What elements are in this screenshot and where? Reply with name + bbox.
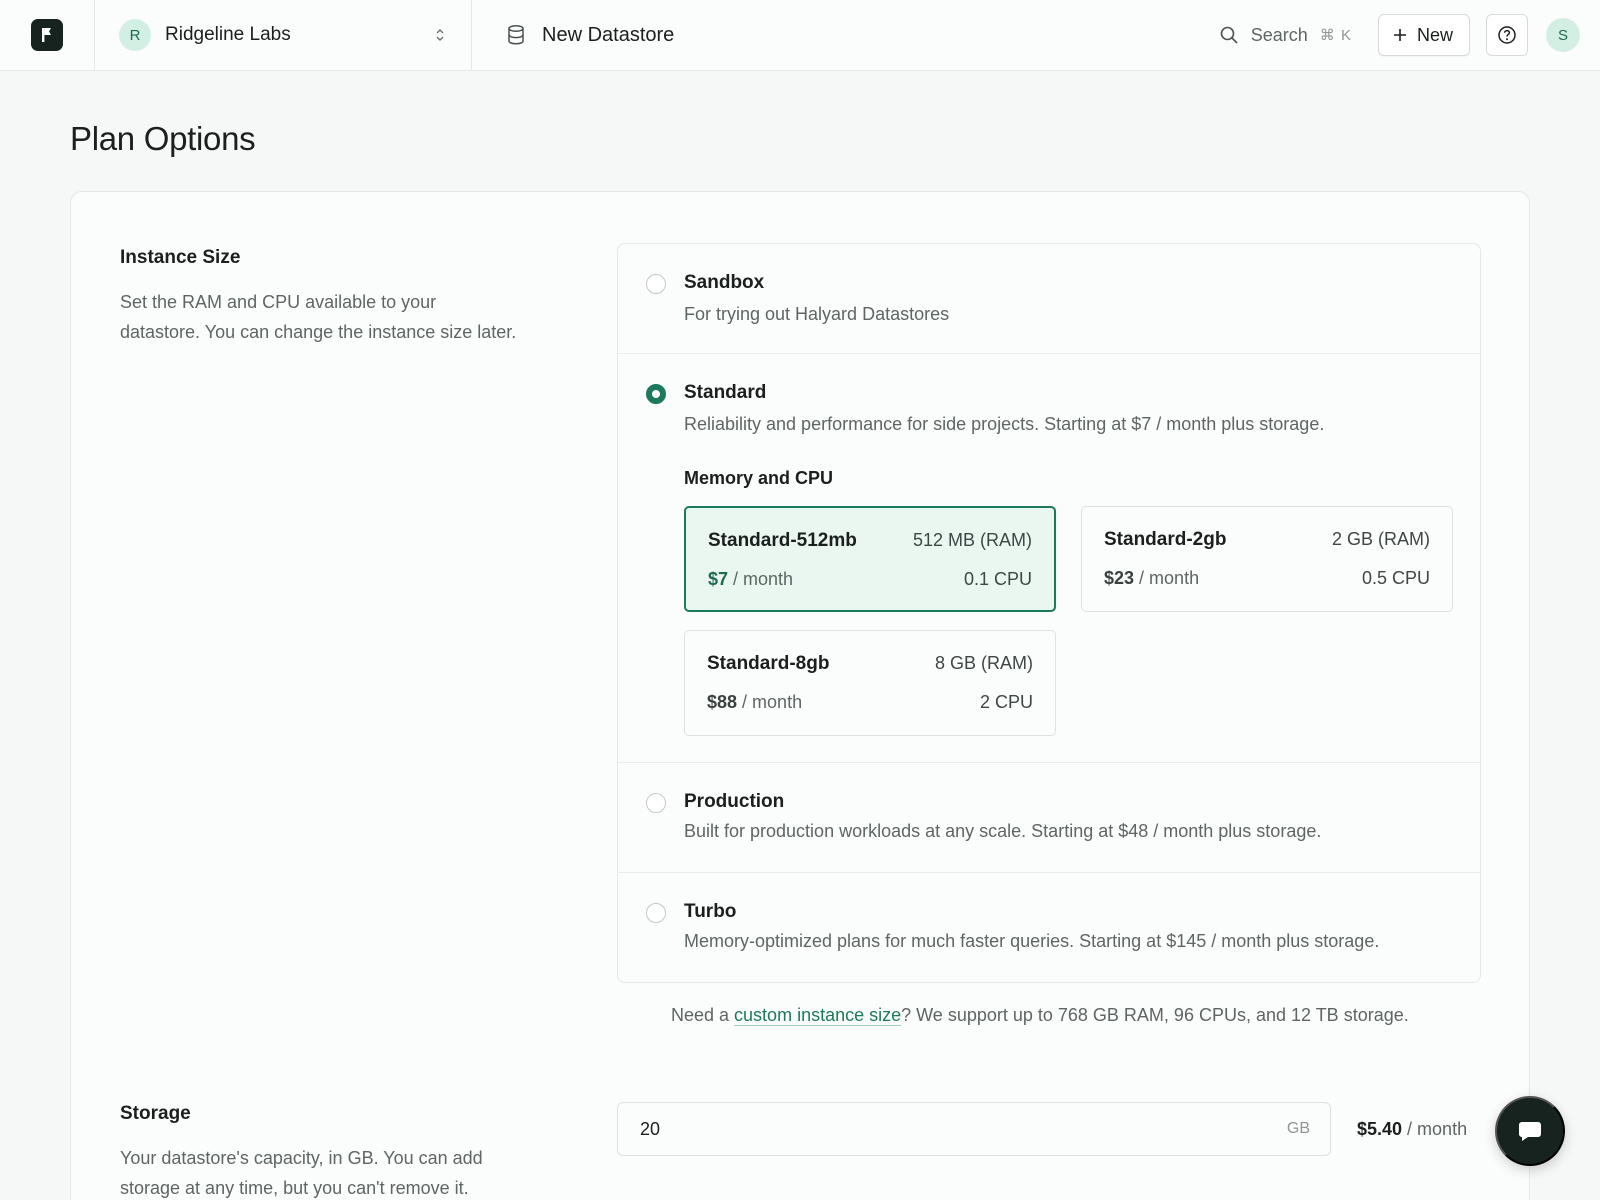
tier-price: $7 / month xyxy=(708,569,793,590)
custom-note-after: ? We support up to 768 GB RAM, 96 CPUs, … xyxy=(901,1005,1409,1025)
tier-card-standard-8gb[interactable]: Standard-8gb 8 GB (RAM) $88 / month 2 CP… xyxy=(684,630,1056,736)
tier-card-standard-512mb[interactable]: Standard-512mb 512 MB (RAM) $7 / month 0… xyxy=(684,506,1056,612)
storage-unit: GB xyxy=(1286,1120,1310,1137)
tier-price: $23 / month xyxy=(1104,568,1199,589)
plan-description: For trying out Halyard Datastores xyxy=(684,304,950,324)
tier-name: Standard-512mb xyxy=(708,530,857,551)
storage-description: Your datastore's capacity, in GB. You ca… xyxy=(120,1148,483,1198)
search-shortcut: ⌘ K xyxy=(1319,27,1352,44)
help-button[interactable] xyxy=(1486,14,1528,56)
org-name: Ridgeline Labs xyxy=(165,24,291,45)
storage-price-period: / month xyxy=(1402,1119,1468,1139)
tier-name: Standard-8gb xyxy=(707,653,830,674)
org-avatar: R xyxy=(119,19,151,51)
tier-cpu: 0.1 CPU xyxy=(963,569,1032,589)
tier-price-period: / month xyxy=(737,692,803,712)
plan-name: Standard xyxy=(684,382,767,403)
tier-price-amount: $7 xyxy=(708,569,729,589)
tier-ram: 512 MB (RAM) xyxy=(912,530,1032,550)
plan-radio-turbo[interactable] xyxy=(646,903,666,923)
breadcrumb-title: New Datastore xyxy=(542,23,675,46)
flag-icon xyxy=(42,28,51,42)
tier-card-standard-2gb[interactable]: Standard-2gb 2 GB (RAM) $23 / month 0.5 … xyxy=(1081,506,1453,612)
plan-option-turbo[interactable]: Turbo Memory-optimized plans for much fa… xyxy=(618,873,1480,982)
instance-size-description: Set the RAM and CPU available to your da… xyxy=(120,292,517,342)
new-button-label: New xyxy=(1416,24,1453,45)
top-bar: R Ridgeline Labs New Datastore Search ⌘ … xyxy=(0,0,1600,71)
search-button[interactable]: Search ⌘ K xyxy=(1219,25,1352,46)
plan-option-standard[interactable]: Standard Reliability and performance for… xyxy=(618,354,1480,763)
custom-instance-note: Need a custom instance size? We support … xyxy=(671,1005,1409,1026)
plan-description: Memory-optimized plans for much faster q… xyxy=(684,931,1380,951)
plan-description: Reliability and performance for side pro… xyxy=(684,414,1325,434)
storage-input[interactable] xyxy=(640,1118,1287,1140)
chat-icon xyxy=(1519,1122,1541,1141)
custom-instance-size-link[interactable]: custom instance size xyxy=(734,1005,902,1026)
plan-radio-production[interactable] xyxy=(646,793,666,813)
tier-ram: 8 GB (RAM) xyxy=(934,653,1033,673)
tier-price-period: / month xyxy=(728,569,794,589)
chevron-up-down-icon xyxy=(433,25,447,45)
tier-ram: 2 GB (RAM) xyxy=(1331,529,1430,549)
tier-price-period: / month xyxy=(1134,568,1200,588)
plan-options-card: Instance Size Set the RAM and CPU availa… xyxy=(70,191,1530,1200)
storage-field[interactable]: GB xyxy=(617,1102,1331,1156)
tier-cpu: 0.5 CPU xyxy=(1361,568,1430,588)
plan-option-production[interactable]: Production Built for production workload… xyxy=(618,763,1480,873)
search-icon xyxy=(1220,26,1238,44)
breadcrumb: New Datastore xyxy=(472,0,1219,70)
new-button[interactable]: New xyxy=(1377,14,1470,56)
plan-option-sandbox[interactable]: Sandbox For trying out Halyard Datastore… xyxy=(618,244,1480,354)
plan-name: Sandbox xyxy=(684,272,765,293)
tier-price-amount: $23 xyxy=(1104,568,1135,588)
tier-name: Standard-2gb xyxy=(1104,529,1227,550)
storage-price: $5.40 / month xyxy=(1357,1119,1467,1140)
plan-name: Turbo xyxy=(684,901,737,922)
plan-description: Built for production workloads at any sc… xyxy=(684,821,1322,841)
chat-button[interactable] xyxy=(1495,1096,1565,1166)
tier-price: $88 / month xyxy=(707,692,802,713)
plan-radio-group: Sandbox For trying out Halyard Datastore… xyxy=(617,243,1481,983)
org-switcher[interactable]: R Ridgeline Labs xyxy=(95,0,472,70)
search-label: Search xyxy=(1250,24,1308,45)
plus-icon xyxy=(1393,28,1407,42)
user-avatar[interactable]: S xyxy=(1546,18,1580,52)
plan-radio-standard[interactable] xyxy=(646,384,666,404)
logo-cell xyxy=(0,0,95,70)
storage-price-amount: $5.40 xyxy=(1357,1119,1403,1139)
database-icon xyxy=(506,24,528,46)
help-icon xyxy=(1498,26,1516,44)
tier-price-amount: $88 xyxy=(707,692,738,712)
plan-name: Production xyxy=(684,791,785,812)
storage-title: Storage xyxy=(120,1103,191,1124)
plan-radio-sandbox[interactable] xyxy=(646,274,666,294)
app-logo[interactable] xyxy=(31,19,63,51)
page-title: Plan Options xyxy=(70,120,256,157)
custom-note-before: Need a xyxy=(671,1005,735,1025)
instance-size-title: Instance Size xyxy=(120,247,241,268)
tier-cpu: 2 CPU xyxy=(979,692,1033,712)
memory-cpu-title: Memory and CPU xyxy=(684,468,834,488)
